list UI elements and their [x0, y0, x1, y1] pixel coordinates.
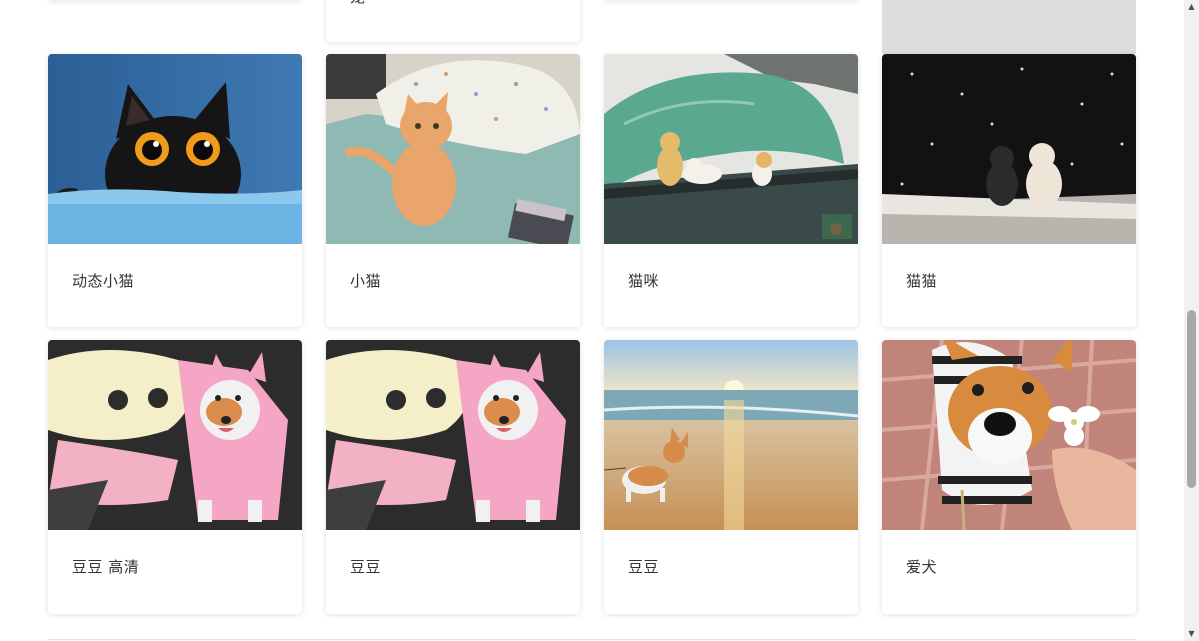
gallery-card[interactable]: 猫咪: [604, 54, 858, 327]
gallery-card-title: 豆豆: [628, 558, 660, 576]
gallery-viewport: 宠: [0, 0, 1184, 641]
orange-cat-image[interactable]: [326, 54, 580, 244]
gallery-card[interactable]: 小猫: [326, 54, 580, 327]
corgi-flower-image[interactable]: [882, 340, 1136, 530]
gallery-card-partial-image[interactable]: [882, 0, 1136, 54]
footer-divider: [48, 639, 1136, 640]
gallery-card-title: 豆豆 高清: [72, 558, 140, 576]
cats-in-snow-image[interactable]: [882, 54, 1136, 244]
triangle-up-icon[interactable]: ▲: [1184, 0, 1199, 14]
vertical-scrollbar[interactable]: ▲ ▼: [1184, 0, 1199, 641]
gallery-card-title: 猫猫: [906, 272, 938, 290]
gallery-card[interactable]: 豆豆: [326, 340, 580, 614]
gallery-card-title: 豆豆: [350, 558, 382, 576]
scrollbar-thumb[interactable]: [1187, 310, 1196, 488]
corgi-raincoat-image[interactable]: [326, 340, 580, 530]
gallery-card[interactable]: 动态小猫: [48, 54, 302, 327]
gallery-card[interactable]: 豆豆 高清: [48, 340, 302, 614]
gallery-card-title: 猫咪: [628, 272, 660, 290]
gallery-card[interactable]: 豆豆: [604, 340, 858, 614]
gallery-card-title: 动态小猫: [72, 272, 135, 290]
gallery-card-title: 宠: [350, 0, 365, 7]
triangle-down-icon[interactable]: ▼: [1184, 627, 1199, 641]
illustrated-cats-image[interactable]: [604, 54, 858, 244]
gallery-card[interactable]: 猫猫: [882, 54, 1136, 327]
corgi-beach-image[interactable]: [604, 340, 858, 530]
gallery-card-title: 爱犬: [906, 558, 938, 576]
gallery-card-partial[interactable]: 宠: [326, 0, 580, 42]
gallery-card[interactable]: 爱犬: [882, 340, 1136, 614]
corgi-raincoat-image[interactable]: [48, 340, 302, 530]
gallery-card-title: 小猫: [350, 272, 382, 290]
black-kitten-image[interactable]: [48, 54, 302, 244]
